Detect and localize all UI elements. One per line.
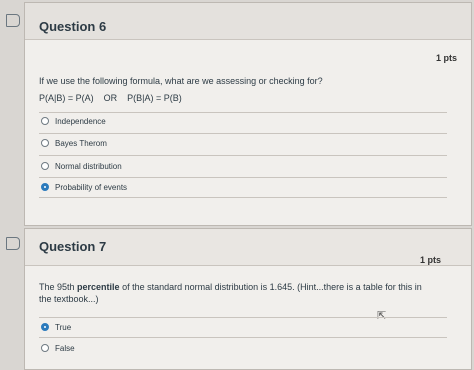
- question-6-title: Question 6: [39, 19, 107, 34]
- option-label: False: [55, 343, 75, 353]
- question-6-points: 1 pts: [435, 53, 457, 63]
- option-label: Probability of events: [55, 182, 128, 192]
- question-7-text-prefix: The 95th: [39, 282, 78, 292]
- option-probability-of-events[interactable]: Probability of events: [41, 180, 127, 194]
- radio-normal-distribution[interactable]: [41, 162, 49, 170]
- flag-icon-q6[interactable]: [6, 14, 20, 27]
- option-label: Bayes Therom: [55, 138, 107, 148]
- divider: [39, 337, 447, 338]
- question-7-text-bold: percentile: [77, 282, 120, 292]
- flag-icon-q7[interactable]: [6, 237, 20, 250]
- divider: [39, 177, 447, 178]
- option-normal-distribution[interactable]: Normal distribution: [41, 159, 122, 173]
- question-6-card: Question 6 1 pts If we use the following…: [24, 2, 472, 226]
- option-bayes-therom[interactable]: Bayes Therom: [41, 136, 107, 150]
- radio-independence[interactable]: [41, 117, 49, 125]
- divider: [39, 133, 447, 134]
- divider: [39, 197, 447, 198]
- option-independence[interactable]: Independence: [41, 114, 106, 128]
- radio-true[interactable]: [41, 323, 49, 331]
- radio-probability-of-events[interactable]: [41, 183, 49, 191]
- radio-false[interactable]: [41, 344, 49, 352]
- option-true[interactable]: True: [41, 320, 71, 334]
- option-false[interactable]: False: [41, 341, 75, 355]
- option-label: Independence: [55, 116, 106, 126]
- divider: [39, 112, 447, 113]
- divider: [39, 155, 447, 156]
- question-6-formula: P(A|B) = P(A) OR P(B|A) = P(B): [39, 93, 182, 103]
- radio-bayes-therom[interactable]: [41, 139, 49, 147]
- option-label: Normal distribution: [55, 161, 122, 171]
- option-label: True: [55, 322, 72, 332]
- question-7-header: Question 7: [25, 229, 471, 266]
- question-7-card: Question 7 1 pts The 95th percentile of …: [24, 228, 472, 370]
- question-7-title: Question 7: [39, 239, 107, 254]
- question-6-text: If we use the following formula, what ar…: [39, 76, 323, 86]
- question-7-text: The 95th percentile of the standard norm…: [39, 281, 429, 305]
- question-6-header: Question 6: [25, 3, 471, 40]
- divider: [39, 317, 447, 318]
- cursor-icon: ⇱: [377, 310, 387, 322]
- question-7-points: 1 pts: [419, 255, 441, 265]
